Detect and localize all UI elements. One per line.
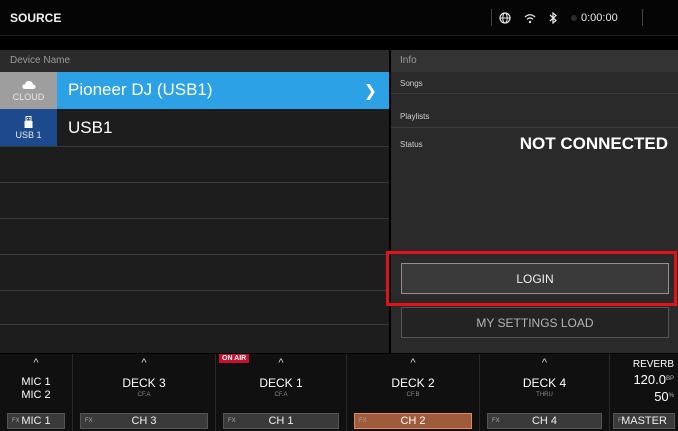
device-name: USB1 [68, 118, 113, 137]
divider [642, 9, 643, 26]
device-row-cloud[interactable]: CLOUD Pioneer DJ (USB1) ❯ [0, 72, 389, 109]
clock-indicator-icon [571, 15, 577, 21]
mic-lines: MIC 1 MIC 2 [0, 376, 72, 402]
crossfader-assign: CF.A [137, 392, 151, 398]
deck-label: DECK 4 [522, 376, 567, 390]
chevron-right-icon: ❯ [363, 83, 377, 100]
deck4-strip[interactable]: ^ DECK 4 THRU FX CH 4 [480, 354, 610, 431]
channel-label: CH 1 [268, 415, 294, 427]
fx-depth: 50 [654, 389, 669, 404]
channel-label: CH 4 [531, 415, 558, 427]
device-list-header: Device Name [0, 50, 389, 72]
device-name: Pioneer DJ (USB1) [68, 80, 213, 99]
fx-bpm-unit: BP [665, 376, 674, 382]
mic1-label: MIC 1 [21, 376, 51, 388]
ch3-button[interactable]: FX CH 3 [80, 413, 208, 429]
device-row-usb1[interactable]: USB 1 USB1 [0, 109, 389, 147]
divider [491, 9, 492, 26]
fx-tag: FX [12, 418, 20, 424]
master-fx-button[interactable]: FX MASTER [613, 413, 675, 429]
wifi-icon [524, 13, 536, 24]
mic-strip[interactable]: ^ MIC 1 MIC 2 FX MIC 1 [0, 354, 73, 431]
clock: 0:00:00 [571, 12, 618, 24]
empty-row [0, 291, 389, 325]
deck-label: DECK 3 [122, 376, 166, 390]
fx-name: REVERB [632, 359, 674, 370]
device-icon-box: CLOUD [0, 72, 57, 109]
my-settings-load-button[interactable]: MY SETTINGS LOAD [401, 307, 669, 338]
empty-row [0, 147, 389, 183]
channel-label: MASTER [621, 415, 667, 427]
info-header: Info [391, 50, 678, 72]
on-air-badge: ON AIR [219, 354, 250, 363]
fx-tag: FX [228, 418, 236, 424]
channel-label: MIC 1 [21, 415, 51, 427]
songs-label: Songs [400, 79, 423, 88]
mixer-bar: ^ MIC 1 MIC 2 FX MIC 1 ^ DECK 3 CF.A FX CH… [0, 354, 678, 431]
info-row-playlists: Playlists [391, 94, 678, 128]
info-row-status: Status NOT CONNECTED [391, 128, 678, 161]
my-settings-load-label: MY SETTINGS LOAD [476, 315, 594, 330]
channel-label: CH 3 [131, 415, 157, 427]
status-value: NOT CONNECTED [519, 134, 668, 153]
ch2-button[interactable]: FX CH 2 [354, 413, 472, 429]
deck-label: DECK 1 [259, 376, 303, 390]
empty-row [0, 183, 389, 219]
empty-row [0, 325, 389, 353]
crossfader-assign: CF.A [274, 392, 288, 398]
globe-icon [499, 12, 511, 24]
screen-title: SOURCE [10, 11, 62, 25]
fx-tag: FX [618, 418, 626, 424]
ch1-button[interactable]: FX CH 1 [223, 413, 339, 429]
caret-up-icon: ^ [33, 357, 39, 369]
caret-up-icon: ^ [141, 357, 147, 369]
crossfader-assign: THRU [536, 392, 553, 398]
mic-channel-button[interactable]: FX MIC 1 [7, 413, 65, 429]
fx-strip[interactable]: REVERB 120.0BP 50% FX MASTER [610, 354, 678, 431]
fx-bpm: 120.0 [633, 372, 666, 387]
bluetooth-icon [549, 12, 558, 24]
usb-icon [24, 115, 33, 128]
top-bar: SOURCE 0:00:00 [0, 0, 678, 36]
channel-label: CH 2 [400, 415, 426, 427]
fx-tag: FX [359, 418, 367, 424]
cloud-icon [21, 80, 36, 89]
fx-depth-unit: % [668, 393, 674, 399]
status-icons: 0:00:00 [499, 9, 618, 27]
caret-up-icon: ^ [541, 357, 548, 369]
login-highlight-box [386, 251, 677, 306]
device-icon-box: USB 1 [0, 109, 57, 146]
device-type-label: USB 1 [15, 129, 42, 140]
mic2-label: MIC 2 [21, 389, 51, 401]
deck3-strip[interactable]: ^ DECK 3 CF.A FX CH 3 [73, 354, 216, 431]
crossfader-assign: CF.B [406, 392, 420, 398]
clock-time: 0:00:00 [581, 12, 618, 24]
empty-row [0, 219, 389, 255]
info-row-songs: Songs [391, 72, 678, 94]
playlists-label: Playlists [400, 112, 430, 121]
info-header-label: Info [400, 55, 417, 66]
caret-up-icon: ^ [410, 357, 416, 369]
info-panel: Info Songs Playlists Status NOT CONNECTE… [391, 50, 678, 353]
fx-readout: REVERB 120.0BP 50% [633, 357, 674, 406]
fx-tag: FX [85, 418, 93, 424]
fx-tag: FX [492, 418, 500, 424]
deck2-strip[interactable]: ^ DECK 2 CF.B FX CH 2 [347, 354, 480, 431]
empty-row [0, 255, 389, 291]
deck-label: DECK 2 [391, 376, 435, 390]
deck1-strip[interactable]: ^ DECK 1 CF.A FX CH 1 [216, 354, 347, 431]
ch4-button[interactable]: FX CH 4 [487, 413, 602, 429]
status-label: Status [400, 140, 423, 149]
device-name-column-label: Device Name [10, 55, 71, 66]
device-type-label: CLOUD [12, 91, 45, 102]
